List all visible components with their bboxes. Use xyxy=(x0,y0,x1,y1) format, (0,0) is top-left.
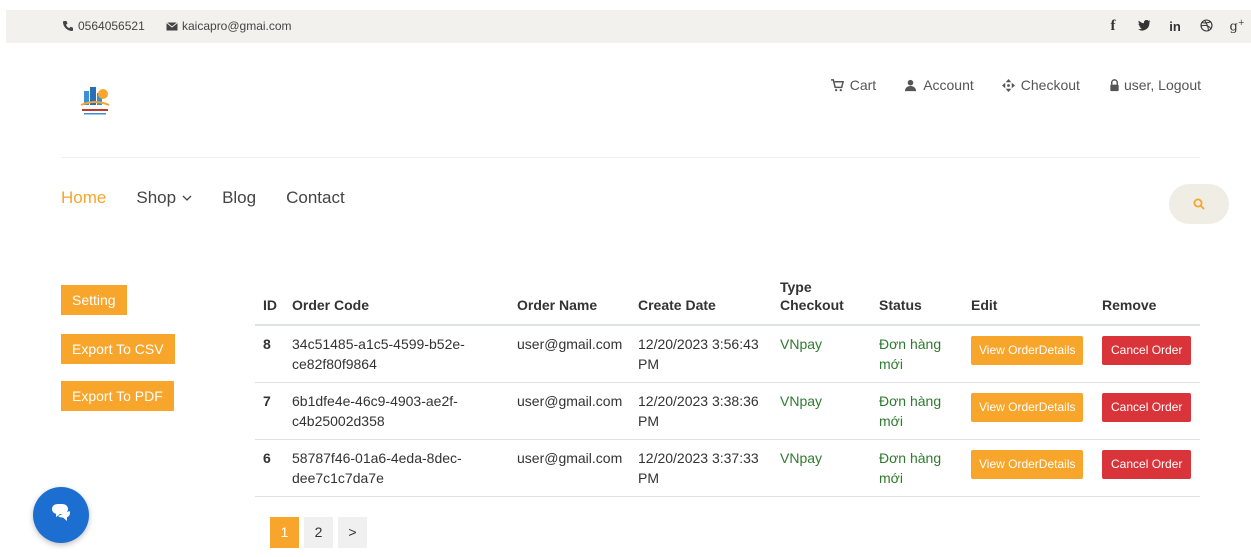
edit-cell: View OrderDetails xyxy=(963,325,1094,383)
search-icon xyxy=(1193,198,1205,210)
user-icon xyxy=(905,79,917,91)
dribbble-icon[interactable] xyxy=(1192,18,1220,35)
order-status: Đơn hàng mới xyxy=(871,439,963,497)
crosshairs-icon xyxy=(1001,78,1015,92)
cart-label: Cart xyxy=(849,77,877,93)
phone-number: 0564056521 xyxy=(78,19,145,33)
edit-cell: View OrderDetails xyxy=(963,382,1094,440)
remove-cell: Cancel Order xyxy=(1094,439,1200,497)
order-name: user@gmail.com xyxy=(509,382,630,440)
table-row: 6 58787f46-01a6-4eda-8dec-dee7c1c7da7e u… xyxy=(255,439,1200,497)
order-code: 34c51485-a1c5-4599-b52e-ce82f80f9864 xyxy=(284,325,509,383)
setting-button[interactable]: Setting xyxy=(61,285,127,315)
export-csv-button[interactable]: Export To CSV xyxy=(61,334,175,364)
next-page-button[interactable]: > xyxy=(338,517,367,548)
cart-icon xyxy=(830,78,844,91)
checkout-label: Checkout xyxy=(1020,77,1080,93)
header-type-checkout: Type Checkout xyxy=(772,271,871,326)
social-links: f in g+ xyxy=(1096,10,1251,43)
order-code: 58787f46-01a6-4eda-8dec-dee7c1c7da7e xyxy=(284,439,509,497)
main-nav: Home Shop Blog Contact xyxy=(61,188,375,208)
order-status: Đơn hàng mới xyxy=(871,382,963,440)
envelope-icon xyxy=(166,22,178,31)
header-create-date: Create Date xyxy=(630,271,772,326)
cart-link[interactable]: Cart xyxy=(830,77,877,93)
chevron-down-icon xyxy=(182,195,192,201)
nav-blog-label: Blog xyxy=(222,188,257,207)
twitter-icon[interactable] xyxy=(1130,19,1158,34)
nav-contact[interactable]: Contact xyxy=(286,188,345,208)
order-name: user@gmail.com xyxy=(509,439,630,497)
order-id: 7 xyxy=(255,382,284,440)
email-contact: kaicapro@gmai.com xyxy=(166,19,292,33)
export-pdf-button[interactable]: Export To PDF xyxy=(61,381,174,411)
header-order-code: Order Code xyxy=(284,271,509,326)
page-2-button[interactable]: 2 xyxy=(304,517,333,548)
header-edit: Edit xyxy=(963,271,1094,326)
chat-widget-button[interactable] xyxy=(33,487,89,543)
top-bar: 0564056521 kaicapro@gmai.com f in g+ xyxy=(6,10,1251,43)
nav-home[interactable]: Home xyxy=(61,188,106,208)
account-links: Cart Account Checkout user, Logout xyxy=(803,77,1201,93)
nav-home-label: Home xyxy=(61,188,107,207)
order-date: 12/20/2023 3:37:33 PM xyxy=(630,439,772,497)
site-logo[interactable] xyxy=(76,85,114,119)
user-logout-label: user, Logout xyxy=(1123,77,1201,93)
view-order-details-button[interactable]: View OrderDetails xyxy=(971,393,1084,422)
cancel-order-button[interactable]: Cancel Order xyxy=(1102,450,1192,479)
view-order-details-button[interactable]: View OrderDetails xyxy=(971,450,1084,479)
lock-icon xyxy=(1110,78,1119,91)
nav-shop[interactable]: Shop xyxy=(136,188,192,208)
chat-icon xyxy=(52,504,70,521)
header-divider xyxy=(61,157,1200,158)
order-status: Đơn hàng mới xyxy=(871,325,963,383)
header-status: Status xyxy=(871,271,963,326)
phone-icon xyxy=(63,21,73,31)
order-date: 12/20/2023 3:38:36 PM xyxy=(630,382,772,440)
order-date: 12/20/2023 3:56:43 PM xyxy=(630,325,772,383)
linkedin-icon[interactable]: in xyxy=(1161,19,1189,34)
orders-table: ID Order Code Order Name Create Date Typ… xyxy=(255,271,1200,497)
checkout-link[interactable]: Checkout xyxy=(1001,77,1080,93)
order-type: VNpay xyxy=(772,325,871,383)
table-header-row: ID Order Code Order Name Create Date Typ… xyxy=(255,271,1200,326)
email-address[interactable]: kaicapro@gmai.com xyxy=(182,19,292,33)
pagination: 1 2 > xyxy=(270,517,367,548)
order-id: 8 xyxy=(255,325,284,383)
header-remove: Remove xyxy=(1094,271,1200,326)
header-order-name: Order Name xyxy=(509,271,630,326)
order-type: VNpay xyxy=(772,439,871,497)
cancel-order-button[interactable]: Cancel Order xyxy=(1102,336,1192,365)
account-link[interactable]: Account xyxy=(904,77,974,93)
google-plus-icon[interactable]: g+ xyxy=(1223,18,1251,34)
order-name: user@gmail.com xyxy=(509,325,630,383)
search-button[interactable] xyxy=(1169,184,1229,224)
view-order-details-button[interactable]: View OrderDetails xyxy=(971,336,1084,365)
facebook-icon[interactable]: f xyxy=(1099,18,1127,35)
page-1-button[interactable]: 1 xyxy=(270,517,299,548)
order-type: VNpay xyxy=(772,382,871,440)
table-row: 7 6b1dfe4e-46c9-4903-ae2f-c4b25002d358 u… xyxy=(255,382,1200,440)
nav-blog[interactable]: Blog xyxy=(222,188,256,208)
order-code: 6b1dfe4e-46c9-4903-ae2f-c4b25002d358 xyxy=(284,382,509,440)
edit-cell: View OrderDetails xyxy=(963,439,1094,497)
nav-shop-label: Shop xyxy=(136,188,177,207)
logout-link[interactable]: user, Logout xyxy=(1108,77,1201,93)
remove-cell: Cancel Order xyxy=(1094,382,1200,440)
header-id: ID xyxy=(255,271,284,326)
account-label: Account xyxy=(923,77,974,93)
cancel-order-button[interactable]: Cancel Order xyxy=(1102,393,1192,422)
table-row: 8 34c51485-a1c5-4599-b52e-ce82f80f9864 u… xyxy=(255,325,1200,383)
remove-cell: Cancel Order xyxy=(1094,325,1200,383)
phone-contact: 0564056521 xyxy=(62,19,145,33)
order-id: 6 xyxy=(255,439,284,497)
nav-contact-label: Contact xyxy=(286,188,345,207)
